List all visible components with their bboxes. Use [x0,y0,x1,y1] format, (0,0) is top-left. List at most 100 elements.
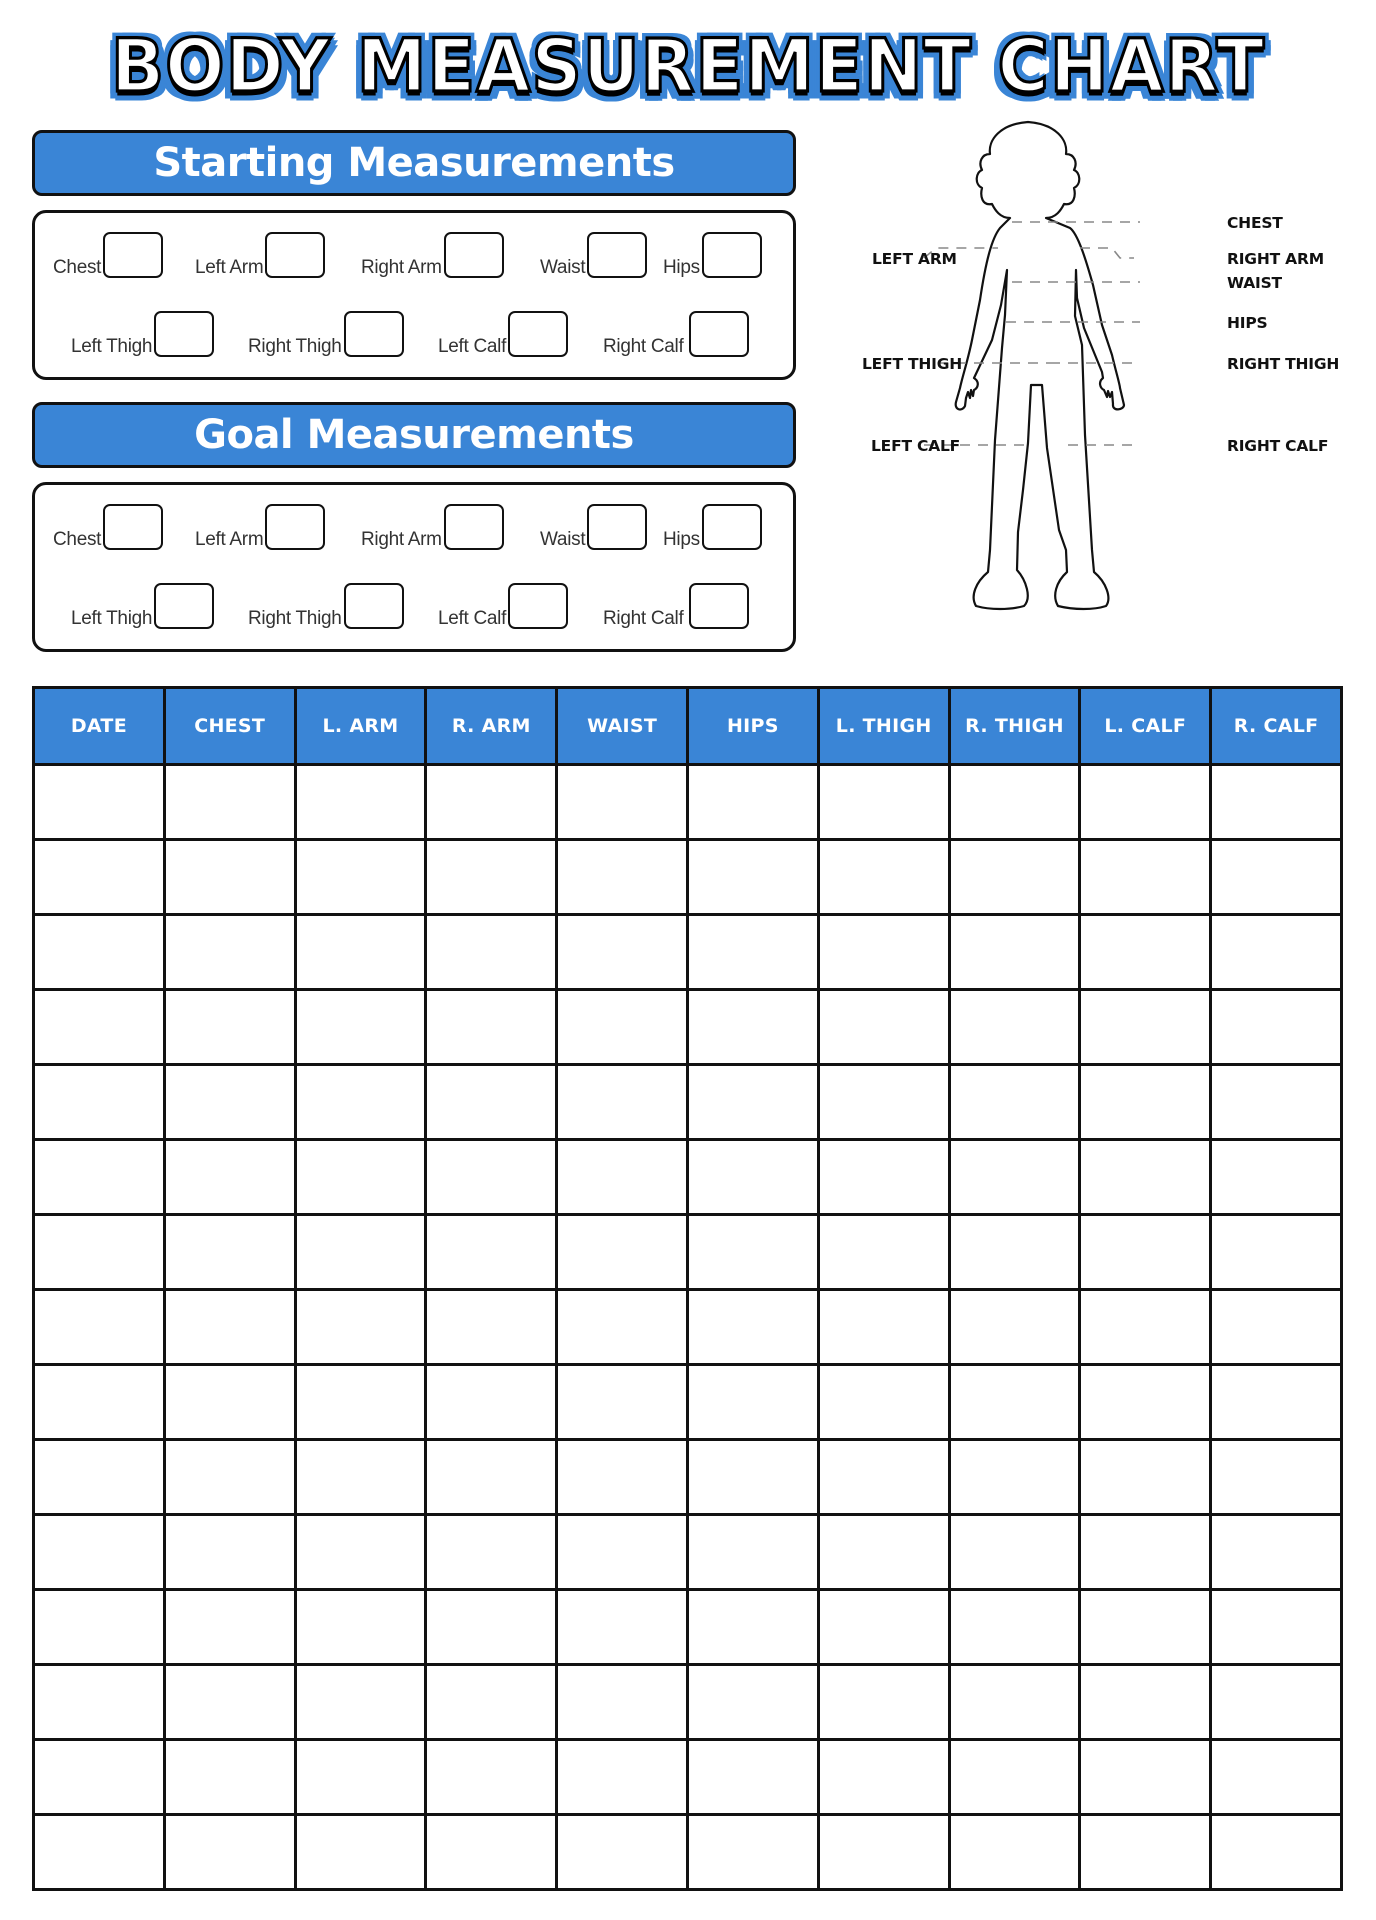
table-cell[interactable] [32,1288,166,1366]
table-cell[interactable] [32,838,166,916]
table-cell[interactable] [685,1213,820,1291]
goal-left-thigh-input[interactable] [154,583,215,629]
table-cell[interactable] [424,1063,559,1141]
table-cell[interactable] [1209,1213,1343,1291]
table-cell[interactable] [947,1813,1082,1891]
table-cell[interactable] [162,1288,297,1366]
table-cell[interactable] [162,1063,297,1141]
table-cell[interactable] [1209,1663,1343,1741]
table-cell[interactable] [162,1213,297,1291]
table-cell[interactable] [1078,1513,1213,1591]
table-cell[interactable] [1078,1738,1213,1816]
table-cell[interactable] [816,1438,951,1516]
table-cell[interactable] [685,1438,820,1516]
goal-hips-input[interactable] [701,504,762,550]
table-cell[interactable] [816,988,951,1066]
table-cell[interactable] [1209,1513,1343,1591]
table-cell[interactable] [555,913,689,991]
table-cell[interactable] [1078,1213,1213,1291]
table-cell[interactable] [555,1663,689,1741]
table-cell[interactable] [685,1738,820,1816]
starting-left-thigh-input[interactable] [154,311,215,357]
table-cell[interactable] [1078,988,1213,1066]
table-cell[interactable] [293,913,428,991]
table-cell[interactable] [1209,763,1343,841]
table-cell[interactable] [424,1213,559,1291]
table-cell[interactable] [685,913,820,991]
table-cell[interactable] [424,1288,559,1366]
table-cell[interactable] [685,1363,820,1441]
goal-right-thigh-input[interactable] [343,583,404,629]
table-cell[interactable] [816,1288,951,1366]
table-cell[interactable] [1078,1363,1213,1441]
goal-chest-input[interactable] [103,504,164,550]
table-cell[interactable] [555,838,689,916]
table-cell[interactable] [685,988,820,1066]
table-cell[interactable] [1078,763,1213,841]
table-cell[interactable] [424,838,559,916]
table-cell[interactable] [1078,1288,1213,1366]
table-cell[interactable] [555,988,689,1066]
table-cell[interactable] [32,1588,166,1666]
table-cell[interactable] [947,1513,1082,1591]
starting-left-arm-input[interactable] [265,232,326,278]
table-cell[interactable] [947,1363,1082,1441]
table-cell[interactable] [555,1738,689,1816]
table-cell[interactable] [32,1138,166,1216]
table-cell[interactable] [32,1438,166,1516]
table-cell[interactable] [162,1438,297,1516]
table-cell[interactable] [293,1738,428,1816]
table-cell[interactable] [32,763,166,841]
table-cell[interactable] [1078,1063,1213,1141]
table-cell[interactable] [555,1138,689,1216]
table-cell[interactable] [32,1213,166,1291]
table-cell[interactable] [1209,1363,1343,1441]
starting-right-arm-input[interactable] [443,232,504,278]
goal-left-arm-input[interactable] [265,504,326,550]
table-cell[interactable] [947,1063,1082,1141]
table-cell[interactable] [1209,1063,1343,1141]
table-cell[interactable] [293,1438,428,1516]
table-cell[interactable] [685,1063,820,1141]
goal-right-calf-input[interactable] [689,583,750,629]
table-cell[interactable] [555,1288,689,1366]
table-cell[interactable] [685,1813,820,1891]
table-cell[interactable] [1209,1813,1343,1891]
table-cell[interactable] [1209,1138,1343,1216]
table-cell[interactable] [685,1663,820,1741]
table-cell[interactable] [162,988,297,1066]
table-cell[interactable] [162,1363,297,1441]
table-cell[interactable] [293,1663,428,1741]
table-cell[interactable] [947,1288,1082,1366]
table-cell[interactable] [162,763,297,841]
table-cell[interactable] [424,1138,559,1216]
table-cell[interactable] [1209,988,1343,1066]
table-cell[interactable] [816,838,951,916]
starting-left-calf-input[interactable] [508,311,569,357]
table-cell[interactable] [685,1588,820,1666]
goal-right-arm-input[interactable] [443,504,504,550]
table-cell[interactable] [32,988,166,1066]
table-cell[interactable] [947,988,1082,1066]
starting-hips-input[interactable] [701,232,762,278]
table-cell[interactable] [32,1738,166,1816]
table-cell[interactable] [947,1138,1082,1216]
table-cell[interactable] [293,1138,428,1216]
table-cell[interactable] [32,1513,166,1591]
table-cell[interactable] [293,1588,428,1666]
table-cell[interactable] [1209,1288,1343,1366]
table-cell[interactable] [947,913,1082,991]
table-cell[interactable] [32,1063,166,1141]
table-cell[interactable] [293,763,428,841]
table-cell[interactable] [293,1813,428,1891]
table-cell[interactable] [947,838,1082,916]
table-cell[interactable] [816,1363,951,1441]
table-cell[interactable] [293,838,428,916]
table-cell[interactable] [1078,913,1213,991]
table-cell[interactable] [555,1588,689,1666]
table-cell[interactable] [293,1513,428,1591]
table-cell[interactable] [424,1663,559,1741]
table-cell[interactable] [1209,838,1343,916]
table-cell[interactable] [424,1513,559,1591]
table-cell[interactable] [685,1513,820,1591]
